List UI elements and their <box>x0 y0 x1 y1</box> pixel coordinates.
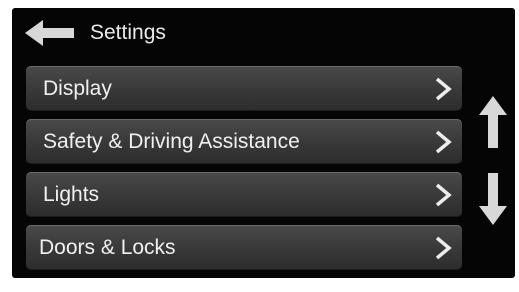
menu-item-safety-driving-assistance[interactable]: Safety & Driving Assistance <box>26 119 462 164</box>
menu-item-label: Safety & Driving Assistance <box>43 129 300 153</box>
menu-item-display[interactable]: Display <box>26 66 462 111</box>
menu-item-label: Doors & Locks <box>39 235 176 259</box>
arrow-down-icon <box>479 173 507 225</box>
screenshot-frame: Settings Display Safety & Driving Assist… <box>0 0 519 292</box>
scroll-up-button[interactable] <box>478 95 508 149</box>
settings-screen: Settings Display Safety & Driving Assist… <box>12 8 515 278</box>
chevron-right-icon <box>435 77 452 101</box>
menu-item-lights[interactable]: Lights <box>26 172 462 217</box>
menu-item-doors-locks[interactable]: Doors & Locks <box>26 225 462 270</box>
chevron-right-icon <box>435 130 452 154</box>
menu-item-label: Display <box>43 76 112 100</box>
settings-menu: Display Safety & Driving Assistance Ligh… <box>26 66 462 270</box>
chevron-right-icon <box>435 183 452 207</box>
back-button[interactable] <box>23 18 79 48</box>
chevron-right-icon <box>435 236 452 260</box>
arrow-left-icon <box>25 20 74 46</box>
page-title: Settings <box>90 21 166 44</box>
scroll-down-button[interactable] <box>478 172 508 226</box>
arrow-up-icon <box>479 96 507 148</box>
menu-item-label: Lights <box>43 182 100 206</box>
